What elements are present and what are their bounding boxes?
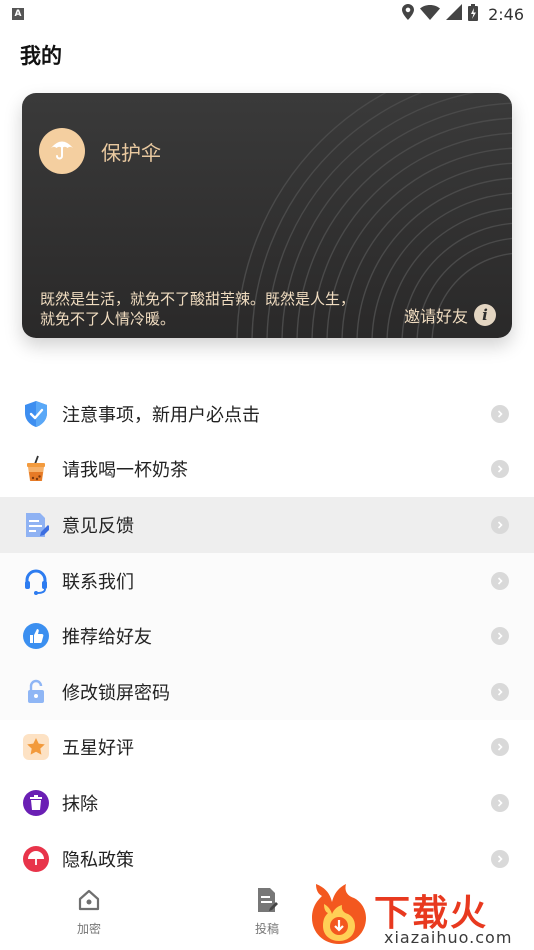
menu-item-contact[interactable]: 联系我们 xyxy=(0,552,534,609)
star-icon xyxy=(22,733,50,761)
battery-icon xyxy=(468,3,479,25)
menu-label: 注意事项，新用户必点击 xyxy=(62,404,260,426)
menu-label: 推荐给好友 xyxy=(62,627,152,649)
chevron-right-icon xyxy=(491,460,509,479)
chevron-right-icon xyxy=(491,515,509,534)
chevron-right-icon xyxy=(491,627,509,646)
menu-item-erase[interactable]: 抹除 xyxy=(0,775,534,831)
privacy-umbrella-icon xyxy=(22,845,50,873)
status-time: 2:46 xyxy=(488,4,524,24)
menu-label: 请我喝一杯奶茶 xyxy=(62,460,188,482)
tab-label: 投稿 xyxy=(254,922,279,936)
watermark-url: xiazaihuo.com xyxy=(384,928,513,947)
chevron-right-icon xyxy=(491,404,509,423)
tab-submit[interactable]: 投稿 xyxy=(237,886,297,937)
headset-icon xyxy=(22,567,50,595)
document-edit-icon xyxy=(237,886,297,914)
menu-label: 联系我们 xyxy=(62,571,134,593)
avatar[interactable] xyxy=(39,128,85,174)
tab-encrypt[interactable]: 加密 xyxy=(59,886,119,937)
menu-item-feedback[interactable]: 意见反馈 xyxy=(0,497,534,553)
settings-menu: 注意事项，新用户必点击 请我喝一杯奶茶 意见反馈 联系我们 推荐给好友 修改锁屏… xyxy=(0,386,534,886)
screen: A 2:46 我的 保护伞 既然是生活，就免不了酸甜苦辣。既然是人生， 就免不了… xyxy=(0,0,534,950)
invite-friends-button[interactable]: 邀请好友 i xyxy=(404,303,496,327)
menu-label: 抹除 xyxy=(62,793,98,815)
page-title: 我的 xyxy=(20,44,62,68)
feedback-document-icon xyxy=(22,511,50,539)
menu-item-milk-tea[interactable]: 请我喝一杯奶茶 xyxy=(0,442,534,498)
notification-icon: A xyxy=(12,8,24,20)
chevron-right-icon xyxy=(491,793,509,812)
menu-label: 修改锁屏密码 xyxy=(62,682,170,704)
unlock-icon xyxy=(22,678,50,706)
flame-logo-icon xyxy=(312,884,366,944)
menu-item-notice[interactable]: 注意事项，新用户必点击 xyxy=(0,386,534,442)
location-icon xyxy=(402,4,415,24)
shield-check-icon xyxy=(22,400,50,428)
card-title: 保护伞 xyxy=(101,141,161,165)
tab-label: 加密 xyxy=(76,922,101,936)
trash-icon xyxy=(22,789,50,817)
watermark-logo: 下载火 xiazaihuo.com xyxy=(312,876,534,950)
menu-item-recommend[interactable]: 推荐给好友 xyxy=(0,608,534,664)
menu-label: 隐私政策 xyxy=(62,849,134,871)
chevron-right-icon xyxy=(491,738,509,757)
status-bar: A 2:46 xyxy=(0,0,534,28)
chevron-right-icon xyxy=(491,571,509,590)
thumbs-up-icon xyxy=(22,622,50,650)
menu-item-rating[interactable]: 五星好评 xyxy=(0,720,534,776)
milk-tea-icon xyxy=(22,455,50,483)
umbrella-icon xyxy=(48,135,76,167)
home-lock-icon xyxy=(59,886,119,914)
profile-card: 保护伞 既然是生活，就免不了酸甜苦辣。既然是人生， 就免不了人情冷暖。 邀请好友… xyxy=(22,93,512,338)
menu-label: 意见反馈 xyxy=(62,515,134,537)
menu-item-lock-password[interactable]: 修改锁屏密码 xyxy=(0,663,534,720)
invite-label: 邀请好友 xyxy=(403,307,468,326)
info-icon[interactable]: i xyxy=(474,304,496,326)
menu-label: 五星好评 xyxy=(62,738,134,760)
card-quote: 既然是生活，就免不了酸甜苦辣。既然是人生， 就免不了人情冷暖。 xyxy=(40,290,356,328)
chevron-right-icon xyxy=(491,682,509,701)
wifi-icon xyxy=(420,4,441,24)
chevron-right-icon xyxy=(491,849,509,868)
signal-icon xyxy=(446,4,463,24)
